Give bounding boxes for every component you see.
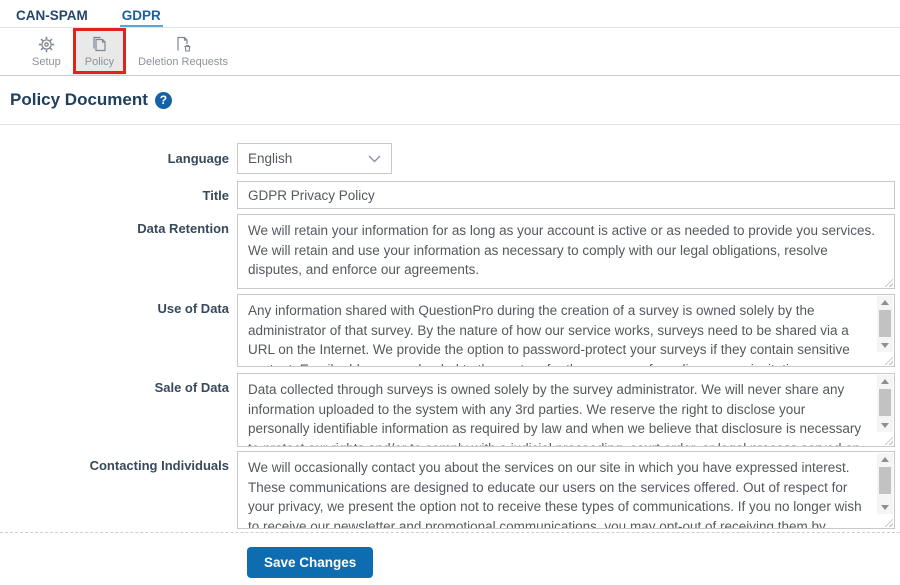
header-divider: [0, 124, 900, 125]
language-select[interactable]: English: [237, 143, 392, 174]
toolbar-item-setup[interactable]: Setup: [20, 28, 73, 75]
language-label: Language: [167, 151, 229, 166]
toolbar-item-deletion-requests[interactable]: Deletion Requests: [126, 28, 240, 75]
tab-bar: CAN-SPAM GDPR: [0, 0, 900, 28]
scrollbar-thumb[interactable]: [879, 467, 891, 494]
save-changes-button[interactable]: Save Changes: [247, 547, 374, 578]
scroll-down-icon[interactable]: [877, 419, 893, 432]
contacting-individuals-textarea[interactable]: We will occasionally contact you about t…: [237, 451, 895, 529]
data-retention-row: Data Retention We will retain your infor…: [0, 214, 895, 289]
language-select-value: English: [248, 151, 293, 166]
resize-handle[interactable]: [882, 434, 893, 445]
toolbar-item-policy[interactable]: Policy: [72, 28, 127, 75]
resize-handle[interactable]: [882, 354, 893, 365]
scroll-up-icon[interactable]: [877, 375, 893, 388]
scroll-up-icon[interactable]: [877, 453, 893, 466]
policy-document-form: Language English Title Data Retention We…: [0, 143, 900, 529]
scroll-down-icon[interactable]: [877, 339, 893, 352]
sale-of-data-label: Sale of Data: [154, 380, 229, 395]
sale-of-data-text: Data collected through surveys is owned …: [248, 382, 862, 446]
scrollbar-thumb[interactable]: [879, 389, 891, 416]
resize-handle[interactable]: [882, 516, 893, 527]
scrollbar[interactable]: [877, 296, 893, 352]
scroll-up-icon[interactable]: [877, 296, 893, 309]
data-retention-textarea[interactable]: We will retain your information for as l…: [237, 214, 895, 289]
contacting-individuals-text: We will occasionally contact you about t…: [248, 460, 862, 528]
pages-icon: [90, 36, 108, 53]
page-trash-icon: [174, 36, 193, 53]
sale-of-data-row: Sale of Data Data collected through surv…: [0, 373, 895, 447]
scroll-down-icon[interactable]: [877, 501, 893, 514]
scrollbar[interactable]: [877, 453, 893, 514]
contacting-individuals-label: Contacting Individuals: [89, 458, 229, 473]
toolbar-item-policy-label: Policy: [84, 55, 115, 68]
scrollbar[interactable]: [877, 375, 893, 432]
contacting-individuals-row: Contacting Individuals We will occasiona…: [0, 451, 895, 529]
language-row: Language English: [0, 143, 895, 174]
use-of-data-label: Use of Data: [157, 301, 229, 316]
scrollbar-thumb[interactable]: [879, 310, 891, 337]
use-of-data-text: Any information shared with QuestionPro …: [248, 303, 850, 366]
use-of-data-textarea[interactable]: Any information shared with QuestionPro …: [237, 294, 895, 367]
title-input[interactable]: [237, 181, 895, 209]
use-of-data-row: Use of Data Any information shared with …: [0, 294, 895, 367]
page-header: Policy Document ?: [10, 90, 900, 110]
title-label: Title: [202, 187, 230, 203]
tab-gdpr[interactable]: GDPR: [119, 3, 163, 27]
chevron-down-icon: [368, 151, 381, 166]
title-row: Title: [0, 181, 895, 209]
toolbar-item-setup-label: Setup: [32, 55, 61, 68]
data-retention-text: We will retain your information for as l…: [248, 223, 876, 277]
toolbar-item-deletion-requests-label: Deletion Requests: [138, 55, 228, 68]
help-icon[interactable]: ?: [154, 91, 172, 109]
toolbar: Setup Policy Deletion Requests: [0, 28, 900, 76]
data-retention-label: Data Retention: [137, 221, 229, 236]
tab-can-spam[interactable]: CAN-SPAM: [14, 3, 90, 27]
page-title: Policy Document: [10, 90, 148, 109]
bottom-divider: [0, 532, 900, 533]
gear-icon: [38, 36, 55, 53]
sale-of-data-textarea[interactable]: Data collected through surveys is owned …: [237, 373, 895, 447]
